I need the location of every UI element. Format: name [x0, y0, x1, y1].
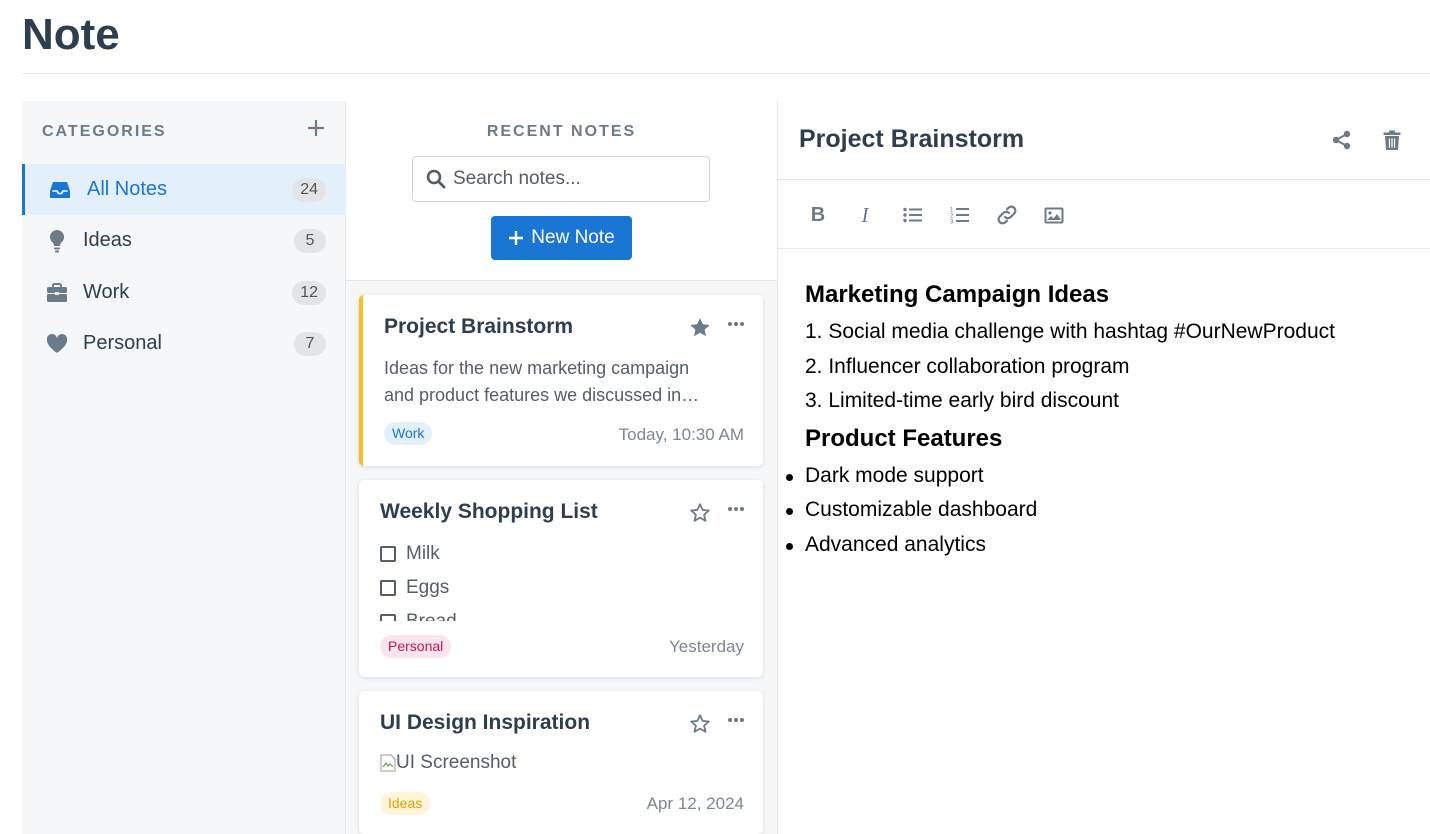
category-count: 24: [292, 177, 326, 202]
editor-title[interactable]: Project Brainstorm: [799, 125, 1024, 154]
category-count: 12: [292, 280, 326, 305]
checkbox-icon: [380, 614, 396, 621]
formatting-toolbar: B I 123: [778, 180, 1430, 249]
notes-header: RECENT NOTES New Note: [346, 101, 777, 281]
broken-image-placeholder: UI Screenshot: [380, 752, 516, 774]
trash-icon[interactable]: [1380, 128, 1404, 152]
search-input[interactable]: [453, 165, 703, 193]
note-tag: Ideas: [380, 792, 431, 815]
category-label: Ideas: [83, 229, 132, 251]
content-line: 2. Influencer collaboration program: [805, 354, 1130, 378]
star-filled-icon[interactable]: [689, 317, 711, 343]
category-label: Personal: [83, 332, 162, 354]
checkbox-icon: [380, 546, 396, 562]
note-date: Apr 12, 2024: [646, 794, 744, 813]
bold-icon[interactable]: B: [804, 201, 832, 229]
note-date: Yesterday: [669, 637, 744, 656]
lightbulb-icon: [45, 229, 69, 253]
content-heading: Product Features: [805, 424, 1003, 452]
add-category-button[interactable]: [305, 117, 327, 139]
star-outline-icon[interactable]: [689, 713, 711, 739]
note-card-weekly-shopping[interactable]: Weekly Shopping List Milk Eggs Bread Per…: [359, 480, 763, 677]
category-all-notes[interactable]: All Notes 24: [22, 164, 346, 215]
checklist-item-label: Bread: [406, 611, 457, 621]
checklist-item-label: Eggs: [406, 577, 450, 598]
category-label: Work: [83, 281, 130, 303]
checklist-item-label: Milk: [406, 543, 440, 564]
category-personal[interactable]: Personal 7: [22, 318, 346, 369]
checklist-item: Milk: [380, 543, 440, 565]
editor-header: Project Brainstorm: [778, 101, 1430, 180]
inbox-icon: [48, 178, 72, 202]
briefcase-icon: [45, 281, 69, 305]
note-date: Today, 10:30 AM: [618, 425, 744, 444]
new-note-label: New Note: [531, 227, 615, 248]
app-title: Note: [22, 10, 120, 59]
categories-header: CATEGORIES: [42, 123, 167, 140]
content-heading: Marketing Campaign Ideas: [805, 281, 1110, 308]
note-title: Weekly Shopping List: [380, 500, 598, 523]
note-editor: Project Brainstorm B I 123 Marketing Cam…: [778, 101, 1430, 834]
broken-image-icon: [380, 754, 396, 772]
feature-list-item: Customizable dashboard: [786, 493, 1405, 528]
note-preview-line: Ideas for the new marketing campaign: [384, 358, 690, 378]
link-icon[interactable]: [993, 201, 1021, 229]
numbered-list-icon[interactable]: 123: [946, 201, 974, 229]
content-line: 3. Limited-time early bird discount: [805, 389, 1119, 412]
category-label: All Notes: [87, 178, 168, 200]
star-outline-icon[interactable]: [689, 502, 711, 528]
feature-list-item: Dark mode support: [786, 459, 1405, 494]
editor-content[interactable]: Marketing Campaign Ideas 1. Social media…: [786, 281, 1405, 563]
content-line: 1. Social media challenge with hashtag #…: [805, 320, 1335, 343]
note-preview-line: and product features we discussed in…: [384, 385, 700, 405]
categories-sidebar: CATEGORIES All Notes 24 Ideas 5 Work 12 …: [22, 101, 346, 834]
note-card-project-brainstorm[interactable]: Project Brainstorm Ideas for the new mar…: [359, 295, 763, 466]
checkbox-icon: [380, 580, 396, 596]
more-options-icon[interactable]: [727, 713, 745, 732]
notes-list-panel: RECENT NOTES New Note Project Brainstorm…: [346, 101, 778, 834]
note-card-ui-design[interactable]: UI Design Inspiration UI Screenshot Idea…: [359, 691, 763, 834]
image-icon[interactable]: [1040, 201, 1068, 229]
checklist-item: Eggs: [380, 577, 449, 599]
more-options-icon[interactable]: [727, 317, 745, 336]
more-options-icon[interactable]: [727, 502, 745, 521]
bullet-list-icon[interactable]: [899, 201, 927, 229]
note-title: Project Brainstorm: [384, 315, 574, 338]
svg-text:3: 3: [950, 220, 954, 225]
image-alt-text: UI Screenshot: [396, 752, 517, 773]
title-divider: [22, 73, 1430, 74]
plus-icon: [509, 231, 524, 245]
plus-icon: [308, 120, 324, 136]
category-work[interactable]: Work 12: [22, 267, 346, 318]
note-tag: Work: [384, 422, 433, 445]
category-ideas[interactable]: Ideas 5: [22, 215, 346, 266]
heart-icon: [45, 332, 69, 356]
search-icon: [426, 169, 446, 189]
category-count: 7: [294, 331, 326, 356]
note-tag: Personal: [380, 635, 452, 658]
recent-notes-title: RECENT NOTES: [486, 123, 637, 140]
feature-list: Dark mode support Customizable dashboard…: [786, 459, 1405, 563]
checklist-item: Bread: [380, 611, 457, 621]
search-box[interactable]: [412, 156, 710, 202]
italic-icon[interactable]: I: [851, 201, 879, 229]
feature-list-item: Advanced analytics: [786, 528, 1405, 563]
note-preview: Ideas for the new marketing campaign and…: [384, 355, 699, 409]
share-icon[interactable]: [1330, 128, 1354, 152]
checklist-preview: Milk Eggs Bread: [359, 538, 763, 621]
category-count: 5: [294, 228, 326, 253]
note-title: UI Design Inspiration: [380, 711, 591, 734]
new-note-button[interactable]: New Note: [491, 216, 632, 260]
